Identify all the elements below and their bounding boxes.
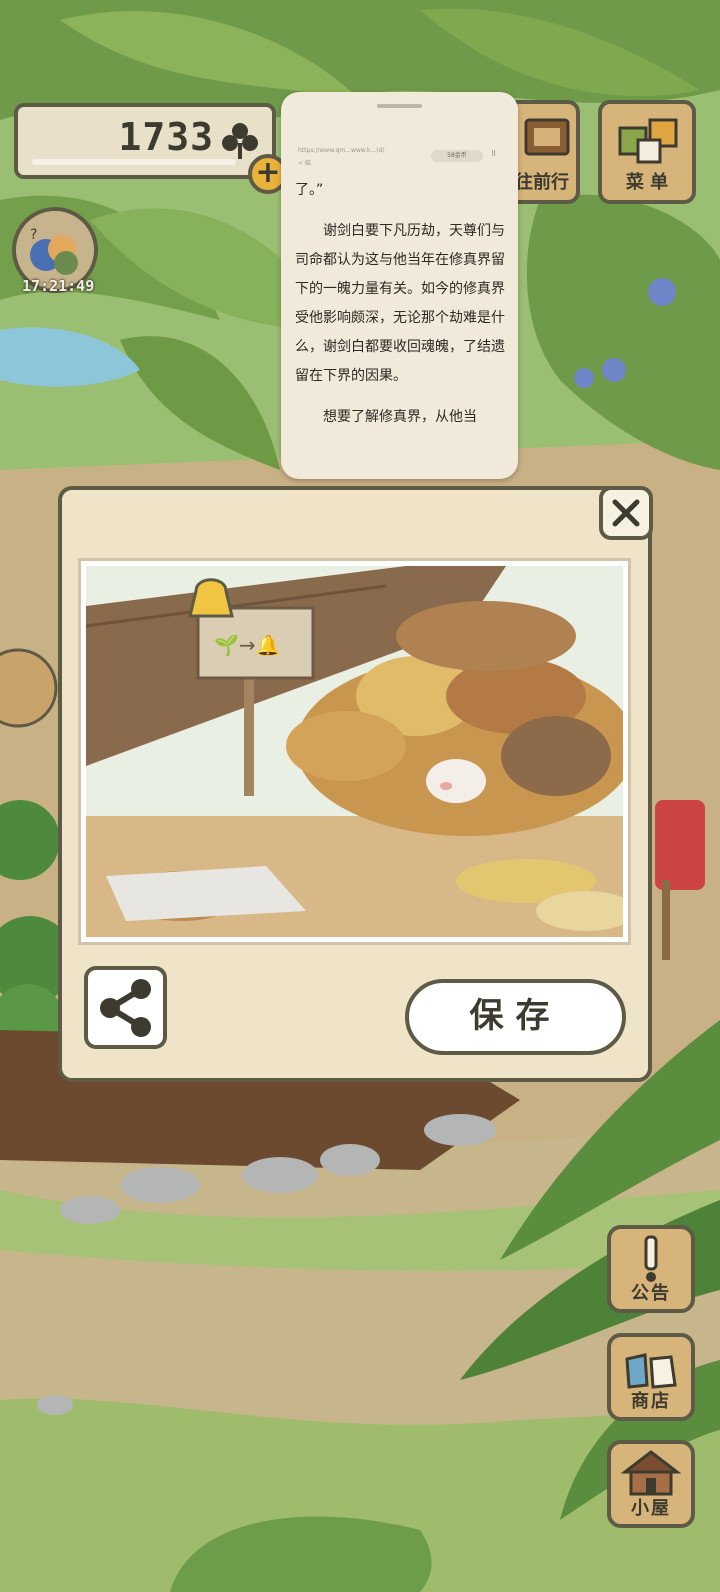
shop-button[interactable]: 商店	[607, 1333, 695, 1421]
notice-label: 公告	[631, 1283, 671, 1304]
frog-sleeping-in-leaves-picture: 🌱→🔔	[86, 566, 623, 937]
go-label: 往前行	[515, 172, 569, 193]
grid-icon[interactable]: ⠿	[491, 150, 496, 158]
share-button[interactable]	[84, 966, 167, 1049]
timer-text: 17:21:49	[22, 277, 95, 295]
reader-url: https://www.qm...www.k...(d)	[298, 147, 385, 154]
save-button[interactable]: 保存	[405, 979, 626, 1055]
clover-bar	[32, 159, 236, 165]
shop-bags-icon	[625, 1353, 677, 1389]
reader-line-2: 谢剑白要下凡历劫，天尊们与司命都认为这与他当年在修真界留下的一魄力量有关。如今的…	[295, 223, 505, 384]
drag-handle[interactable]	[377, 104, 422, 108]
menu-label: 菜 单	[625, 172, 669, 193]
menu-button[interactable]: 菜 单	[598, 100, 696, 204]
shop-label: 商店	[631, 1391, 671, 1412]
svg-text:?: ?	[30, 227, 37, 243]
menu-icon	[618, 118, 678, 164]
house-button[interactable]: 小屋	[607, 1440, 695, 1528]
snapshot-photo: 🌱→🔔	[86, 566, 623, 937]
clover-counter: 1733	[14, 103, 276, 179]
close-icon	[612, 499, 640, 527]
reader-badge[interactable]: 58金币	[431, 150, 483, 162]
reading-overlay-panel[interactable]: https://www.qm...www.k...(d) < 结 58金币 ⠿ …	[281, 92, 518, 479]
reader-line-1: 了。”	[295, 182, 324, 198]
house-label: 小屋	[631, 1498, 671, 1519]
house-icon	[620, 1450, 682, 1496]
sign-text: 🌱→🔔	[214, 633, 281, 657]
reader-back[interactable]: < 结	[298, 158, 311, 167]
exclamation-icon	[644, 1235, 658, 1282]
share-icon	[100, 979, 151, 1037]
clover-count: 1733	[118, 115, 214, 159]
frame-icon	[524, 118, 570, 156]
close-button[interactable]	[599, 486, 653, 540]
notice-button[interactable]: 公告	[607, 1225, 695, 1313]
reader-text: 了。” 谢剑白要下凡历劫，天尊们与司命都认为这与他当年在修真界留下的一魄力量有关…	[295, 176, 507, 432]
reader-line-3: 想要了解修真界，从他当	[323, 409, 477, 425]
